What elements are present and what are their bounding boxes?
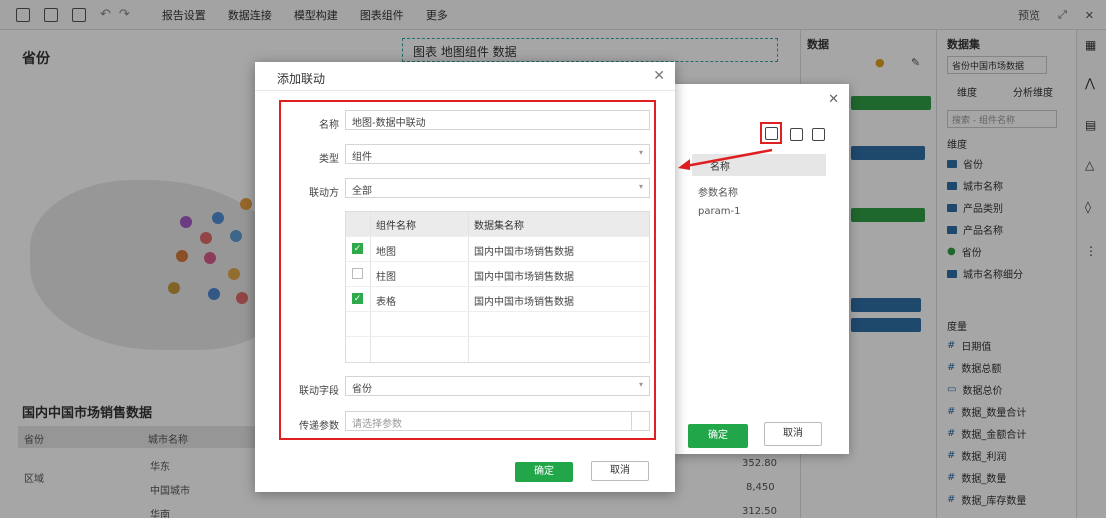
dialog2-ok-button[interactable]: 确定 [688, 424, 748, 448]
row-component: 地图 [376, 247, 396, 258]
row-dataset: 国内中国市场销售数据 [474, 272, 574, 283]
type-select[interactable]: 组件 ▾ [345, 144, 650, 164]
dialog2-cancel-button[interactable]: 取消 [764, 422, 822, 446]
type-label: 类型 [319, 154, 339, 165]
table-row[interactable]: ✓ 表格 国内中国市场销售数据 [346, 286, 649, 311]
scope-label: 联动方 [309, 188, 339, 199]
param-label: 传递参数 [299, 421, 339, 432]
field-select[interactable]: 省份 ▾ [345, 376, 650, 396]
cancel-button[interactable]: 取消 [591, 461, 649, 481]
chevron-down-icon: ▾ [638, 182, 643, 191]
chevron-down-icon: ▾ [638, 148, 643, 157]
field-label: 联动字段 [299, 386, 339, 397]
edit-icon[interactable] [790, 128, 803, 141]
type-value: 组件 [352, 152, 372, 163]
row-component: 柱图 [376, 272, 396, 283]
grid-header-component: 组件名称 [376, 221, 416, 232]
name-label: 名称 [319, 120, 339, 131]
chevron-down-icon: ▾ [638, 380, 643, 389]
table-row-empty [346, 311, 649, 336]
param-picker-button[interactable] [631, 412, 649, 430]
close-icon[interactable]: ✕ [828, 92, 839, 107]
row-dataset: 国内中国市场销售数据 [474, 247, 574, 258]
row-dataset: 国内中国市场销售数据 [474, 297, 574, 308]
param-input[interactable]: 请选择参数 [345, 411, 650, 431]
component-grid: 组件名称 数据集名称 ✓ 地图 国内中国市场销售数据 柱图 国内中国市场销售数据… [345, 211, 650, 363]
divider [255, 90, 675, 91]
linkage-item[interactable]: 参数名称 [698, 184, 738, 199]
row-checkbox[interactable] [352, 268, 363, 279]
grid-header: 组件名称 数据集名称 [346, 212, 649, 236]
table-row-empty [346, 336, 649, 362]
field-value: 省份 [352, 384, 372, 395]
name-input[interactable]: 地图-数据中联动 [345, 110, 650, 130]
row-checkbox[interactable]: ✓ [352, 243, 363, 254]
row-checkbox[interactable]: ✓ [352, 293, 363, 304]
row-component: 表格 [376, 297, 396, 308]
add-linkage-dialog: 添加联动 ✕ 名称 地图-数据中联动 类型 组件 ▾ 联动方 全部 ▾ 组件名称… [255, 62, 675, 492]
name-value: 地图-数据中联动 [352, 118, 426, 129]
annotation-arrow [678, 148, 773, 170]
close-icon[interactable]: ✕ [653, 68, 665, 84]
dialog-title: 添加联动 [277, 72, 326, 86]
grid-header-dataset: 数据集名称 [474, 221, 524, 232]
linkage-item[interactable]: param-1 [698, 206, 740, 217]
scope-value: 全部 [352, 186, 372, 197]
param-placeholder: 请选择参数 [352, 419, 402, 430]
delete-icon[interactable] [812, 128, 825, 141]
ok-button[interactable]: 确定 [515, 462, 573, 482]
table-row[interactable]: ✓ 地图 国内中国市场销售数据 [346, 236, 649, 261]
scope-select[interactable]: 全部 ▾ [345, 178, 650, 198]
table-row[interactable]: 柱图 国内中国市场销售数据 [346, 261, 649, 286]
